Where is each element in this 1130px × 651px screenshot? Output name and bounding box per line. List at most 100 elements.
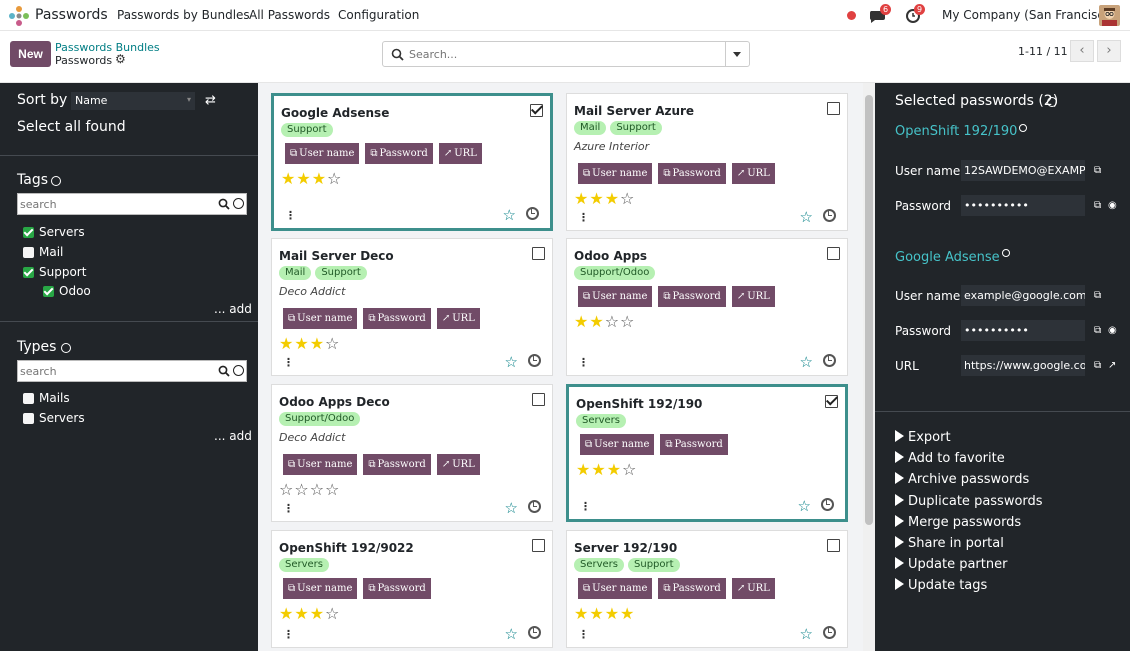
mass-action-item[interactable]: Duplicate passwords — [895, 493, 1043, 509]
favorite-star-icon[interactable]: ☆ — [505, 499, 518, 517]
copy-password-button[interactable]: ⧉ Password — [658, 286, 726, 307]
favorite-star-icon[interactable]: ☆ — [800, 625, 813, 643]
tags-search-input[interactable] — [20, 197, 210, 211]
star-filled-icon[interactable]: ★ — [279, 604, 294, 623]
search-icon[interactable] — [218, 365, 230, 377]
checkbox-checked[interactable] — [23, 226, 34, 238]
clear-icon[interactable] — [233, 198, 244, 209]
mass-action-item[interactable]: Update partner — [895, 557, 1007, 572]
activity-clock-icon[interactable] — [528, 354, 541, 367]
copy-username-button[interactable]: ⧉ User name — [283, 578, 358, 599]
card-menu-dots-icon[interactable]: ⋮ — [578, 356, 589, 369]
checkbox-checked[interactable] — [23, 266, 34, 278]
type-filter-mails[interactable]: Mails — [23, 391, 70, 405]
copy-icon[interactable]: ⧉ — [1094, 290, 1101, 301]
card-title[interactable]: Odoo Apps Deco — [279, 395, 390, 409]
star-filled-icon[interactable]: ★ — [574, 604, 589, 623]
star-filled-icon[interactable]: ★ — [281, 169, 296, 188]
star-empty-icon[interactable]: ☆ — [310, 480, 325, 499]
copy-password-button[interactable]: ⧉ Password — [658, 578, 726, 599]
star-filled-icon[interactable]: ★ — [591, 460, 606, 479]
mass-action-item[interactable]: Update tags — [895, 578, 987, 593]
mass-action-item[interactable]: Export — [895, 430, 951, 445]
tag-filter-support[interactable]: Support — [23, 265, 86, 279]
password-value[interactable]: •••••••••• — [961, 195, 1085, 216]
star-empty-icon[interactable]: ☆ — [622, 460, 637, 479]
search-icon[interactable] — [218, 198, 230, 210]
card-title[interactable]: OpenShift 192/190 — [576, 397, 702, 411]
copy-icon[interactable]: ⧉ — [1094, 360, 1101, 371]
copy-url-button[interactable]: ↗ URL — [731, 578, 775, 599]
favorite-star-icon[interactable]: ☆ — [503, 206, 516, 224]
app-logo-icon[interactable] — [8, 5, 30, 27]
favorite-star-icon[interactable]: ☆ — [800, 208, 813, 226]
favorite-star-icon[interactable]: ☆ — [505, 625, 518, 643]
mass-action-item[interactable]: Merge passwords — [895, 514, 1021, 530]
menu-all-passwords[interactable]: All Passwords — [249, 8, 330, 22]
password-card[interactable]: OpenShift 192/190 Servers ⧉ User name ⧉ Passw… — [566, 384, 848, 522]
star-filled-icon[interactable]: ★ — [605, 604, 620, 623]
types-search-input[interactable] — [20, 364, 210, 378]
star-filled-icon[interactable]: ★ — [589, 604, 604, 623]
favorite-star-icon[interactable]: ☆ — [505, 353, 518, 371]
password-value[interactable]: •••••••••• — [961, 320, 1085, 341]
kanban-scrollbar[interactable] — [863, 83, 875, 651]
card-checkbox[interactable] — [827, 539, 840, 552]
star-filled-icon[interactable]: ★ — [589, 189, 604, 208]
copy-password-button[interactable]: ⧉ Password — [363, 308, 431, 329]
star-filled-icon[interactable]: ★ — [574, 189, 589, 208]
copy-password-button[interactable]: ⧉ Password — [660, 434, 728, 455]
star-empty-icon[interactable]: ☆ — [620, 312, 635, 331]
user-avatar[interactable] — [1099, 5, 1120, 26]
menu-passwords-by-bundles[interactable]: Passwords by Bundles — [117, 8, 250, 22]
copy-url-button[interactable]: ↗ URL — [436, 308, 480, 329]
selected-item-name-link[interactable]: Google Adsense — [895, 250, 1000, 265]
tag-filter-odoo[interactable]: Odoo — [43, 284, 91, 298]
favorite-star-icon[interactable]: ☆ — [798, 497, 811, 515]
search-dropdown-toggle-icon[interactable] — [733, 52, 741, 57]
pager-next-button[interactable]: › — [1097, 40, 1121, 62]
star-filled-icon[interactable]: ★ — [279, 334, 294, 353]
clear-selection-icon[interactable] — [1047, 97, 1057, 107]
username-value[interactable]: 12SAWDEMO@EXAMP — [961, 160, 1085, 181]
star-empty-icon[interactable]: ☆ — [327, 169, 342, 188]
copy-url-button[interactable]: ↗ URL — [436, 454, 480, 475]
star-empty-icon[interactable]: ☆ — [325, 604, 340, 623]
eye-icon[interactable]: ◉ — [1108, 325, 1117, 336]
card-title[interactable]: Mail Server Deco — [279, 249, 394, 263]
star-filled-icon[interactable]: ★ — [589, 312, 604, 331]
copy-url-button[interactable]: ↗ URL — [438, 143, 482, 164]
types-add-link[interactable]: ... add — [214, 429, 252, 443]
star-filled-icon[interactable]: ★ — [620, 604, 635, 623]
checkbox-unchecked[interactable] — [23, 246, 34, 258]
pager-value[interactable]: 1-11 / 11 — [1018, 45, 1068, 58]
activity-clock-icon[interactable] — [823, 626, 836, 639]
card-checkbox-checked[interactable] — [530, 104, 543, 117]
pager-previous-button[interactable]: ‹ — [1070, 40, 1094, 62]
password-card[interactable]: Server 192/190 Servers Support ⧉ User name ⧉ P… — [566, 530, 848, 648]
card-menu-dots-icon[interactable]: ⋮ — [283, 628, 294, 641]
status-dot-icon[interactable] — [847, 11, 856, 20]
external-link-icon[interactable]: ↗ — [1108, 360, 1116, 371]
types-clear-icon[interactable] — [61, 343, 71, 353]
card-checkbox[interactable] — [532, 393, 545, 406]
star-empty-icon[interactable]: ☆ — [605, 312, 620, 331]
star-empty-icon[interactable]: ☆ — [620, 189, 635, 208]
card-title[interactable]: Google Adsense — [281, 106, 389, 120]
card-menu-dots-icon[interactable]: ⋮ — [283, 356, 294, 369]
copy-icon[interactable]: ⧉ — [1094, 165, 1101, 176]
activity-clock-icon[interactable] — [821, 498, 834, 511]
copy-password-button[interactable]: ⧉ Password — [658, 163, 726, 184]
card-checkbox[interactable] — [532, 539, 545, 552]
type-filter-servers[interactable]: Servers — [23, 411, 85, 425]
password-card[interactable]: Google Adsense Support ⧉ User name ⧉ Password… — [271, 93, 553, 231]
password-card[interactable]: Mail Server Azure Mail Support Azure Interi… — [566, 93, 848, 231]
password-card[interactable]: Mail Server Deco Mail Support Deco Addict ⧉ U… — [271, 238, 553, 376]
star-empty-icon[interactable]: ☆ — [325, 334, 340, 353]
card-title[interactable]: OpenShift 192/9022 — [279, 541, 414, 555]
star-filled-icon[interactable]: ★ — [576, 460, 591, 479]
checkbox-unchecked[interactable] — [23, 412, 34, 424]
password-card[interactable]: Odoo Apps Deco Support/Odoo Deco Addict ⧉ Us… — [271, 384, 553, 522]
mass-action-item[interactable]: Archive passwords — [895, 472, 1029, 487]
star-filled-icon[interactable]: ★ — [310, 334, 325, 353]
